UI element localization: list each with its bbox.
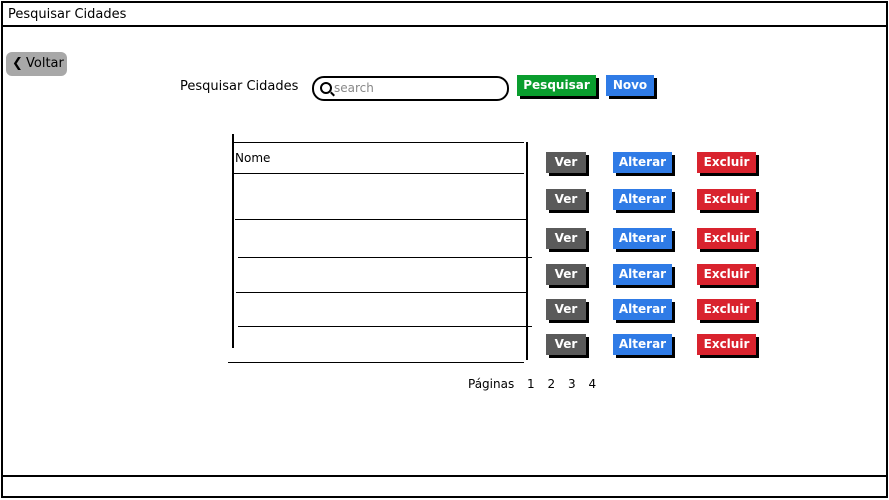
search-button[interactable]: Pesquisar [517, 75, 596, 96]
back-button[interactable]: ❮ Voltar [6, 52, 67, 76]
search-label: Pesquisar Cidades [180, 79, 299, 94]
delete-button[interactable]: Excluir [697, 189, 756, 210]
table-top-border [232, 142, 524, 143]
cities-table: Nome [228, 134, 532, 363]
header-divider [232, 173, 524, 174]
row-divider [235, 219, 526, 220]
title-bar: Pesquisar Cidades [3, 3, 886, 27]
view-button[interactable]: Ver [546, 189, 586, 210]
row-divider [236, 292, 528, 293]
search-input[interactable] [334, 80, 499, 96]
status-bar [3, 475, 886, 498]
page-link[interactable]: 4 [588, 377, 596, 391]
page-link[interactable]: 1 [527, 377, 535, 391]
row-divider [238, 326, 532, 327]
chevron-left-icon: ❮ [12, 56, 23, 71]
search-icon [320, 82, 332, 94]
view-button[interactable]: Ver [546, 152, 586, 173]
back-button-label: Voltar [26, 56, 64, 71]
pagination: Páginas 1 2 3 4 [468, 377, 605, 391]
edit-button[interactable]: Alterar [613, 299, 672, 320]
delete-button[interactable]: Excluir [697, 264, 756, 285]
page-link[interactable]: 3 [568, 377, 576, 391]
window-title: Pesquisar Cidades [8, 7, 127, 22]
view-button[interactable]: Ver [546, 299, 586, 320]
page-link[interactable]: 2 [548, 377, 556, 391]
edit-button[interactable]: Alterar [613, 228, 672, 249]
view-button[interactable]: Ver [546, 228, 586, 249]
edit-button[interactable]: Alterar [613, 152, 672, 173]
edit-button[interactable]: Alterar [613, 189, 672, 210]
column-header-name: Nome [235, 151, 271, 165]
delete-button[interactable]: Excluir [697, 299, 756, 320]
view-button[interactable]: Ver [546, 334, 586, 355]
search-box[interactable] [312, 76, 509, 101]
table-bottom-border [228, 362, 524, 363]
pagination-label: Páginas [468, 377, 515, 391]
table-left-border [232, 134, 234, 348]
view-button[interactable]: Ver [546, 264, 586, 285]
new-button[interactable]: Novo [606, 75, 654, 96]
table-right-border [526, 142, 528, 360]
delete-button[interactable]: Excluir [697, 228, 756, 249]
delete-button[interactable]: Excluir [697, 334, 756, 355]
row-divider [238, 257, 532, 258]
delete-button[interactable]: Excluir [697, 152, 756, 173]
edit-button[interactable]: Alterar [613, 334, 672, 355]
edit-button[interactable]: Alterar [613, 264, 672, 285]
